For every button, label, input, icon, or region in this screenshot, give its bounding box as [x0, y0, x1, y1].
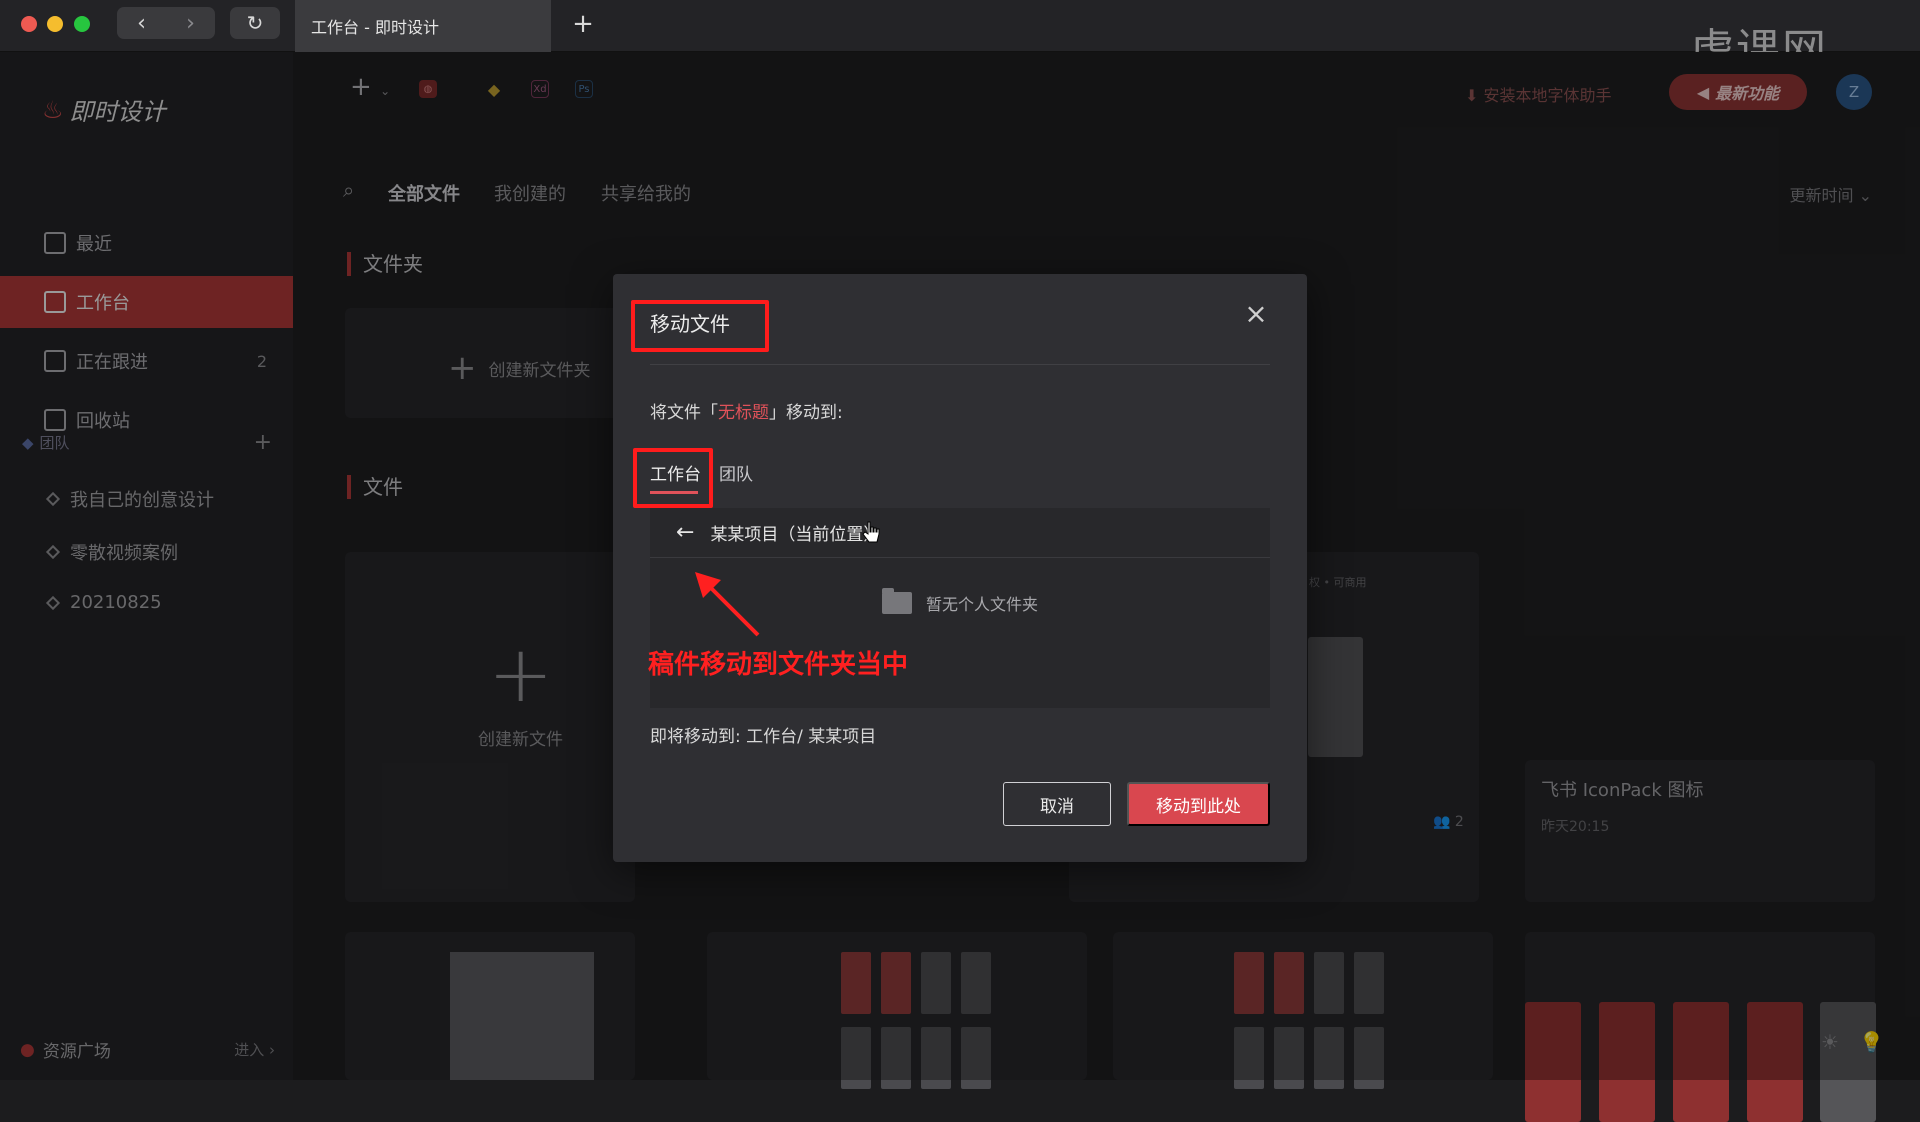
- file-name-highlight: 无标题: [718, 403, 769, 423]
- tab-highlight-box: [633, 448, 713, 508]
- minimize-window-button[interactable]: [47, 16, 63, 32]
- forward-icon[interactable]: ›: [166, 7, 215, 39]
- close-window-button[interactable]: [21, 16, 37, 32]
- browser-titlebar: ‹ › ↻ 工作台 - 即时设计 + 虎课网: [0, 0, 1920, 76]
- target-path-value: 工作台/ 某某项目: [746, 727, 877, 747]
- reload-icon[interactable]: ↻: [230, 7, 280, 39]
- tab-title: 工作台 - 即时设计: [311, 18, 439, 37]
- move-file-dialog: 移动文件 × 将文件「无标题」移动到: 工作台 团队 ← 某某项目（当前位置） …: [613, 274, 1307, 862]
- annotation-text: 稿件移动到文件夹当中: [648, 650, 909, 680]
- nav-button-group: ‹ ›: [117, 7, 215, 39]
- move-here-button[interactable]: 移动到此处: [1127, 782, 1270, 826]
- folder-icon: [882, 588, 912, 614]
- cancel-button[interactable]: 取消: [1003, 782, 1111, 826]
- current-folder-label: 某某项目（当前位置）: [710, 525, 881, 545]
- back-arrow-icon[interactable]: ←: [676, 520, 694, 545]
- divider: [650, 364, 1270, 365]
- target-path: 即将移动到: 工作台/ 某某项目: [650, 722, 876, 747]
- target-label: 即将移动到:: [650, 727, 741, 747]
- close-icon[interactable]: ×: [1241, 297, 1271, 330]
- current-folder-row: ← 某某项目（当前位置）: [650, 508, 1270, 558]
- empty-state-label: 暂无个人文件夹: [926, 595, 1039, 614]
- maximize-window-button[interactable]: [74, 16, 90, 32]
- desc-prefix: 将文件「: [650, 403, 718, 423]
- tab-team[interactable]: 团队: [719, 460, 753, 485]
- mouse-cursor-icon: [862, 521, 880, 543]
- empty-state: 暂无个人文件夹: [882, 588, 1039, 615]
- back-icon[interactable]: ‹: [117, 7, 166, 39]
- desc-suffix: 」移动到:: [769, 403, 843, 423]
- annotation-arrow-icon: [695, 572, 760, 637]
- new-tab-icon[interactable]: +: [568, 8, 598, 40]
- browser-tab[interactable]: 工作台 - 即时设计: [295, 0, 551, 52]
- title-highlight-box: [631, 300, 769, 352]
- dialog-description: 将文件「无标题」移动到:: [650, 398, 843, 423]
